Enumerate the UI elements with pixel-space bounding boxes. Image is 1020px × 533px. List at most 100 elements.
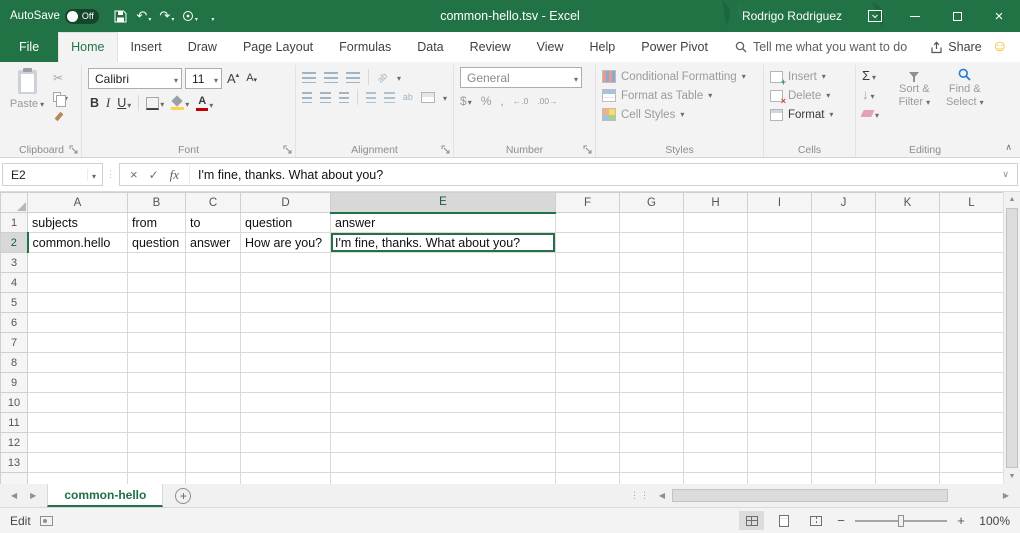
customize-quick-access-button[interactable] <box>203 3 223 29</box>
alignment-dialog-launcher[interactable] <box>441 144 451 154</box>
row-header-10[interactable]: 10 <box>1 393 28 413</box>
cell-C4[interactable] <box>186 273 241 293</box>
cell-H9[interactable] <box>684 373 748 393</box>
cell-B8[interactable] <box>128 353 186 373</box>
insert-cells-button[interactable]: Insert <box>770 67 849 86</box>
cell-A7[interactable] <box>28 333 128 353</box>
cell-C1[interactable]: to <box>186 213 241 233</box>
cell-F5[interactable] <box>556 293 620 313</box>
scroll-right-button[interactable]: ▶ <box>998 491 1014 500</box>
cell-C12[interactable] <box>186 433 241 453</box>
row-header-9[interactable]: 9 <box>1 373 28 393</box>
cell-A12[interactable] <box>28 433 128 453</box>
tab-page-layout[interactable]: Page Layout <box>230 32 326 62</box>
cell-C13[interactable] <box>186 453 241 473</box>
cell-K3[interactable] <box>876 253 940 273</box>
column-header-K[interactable]: K <box>876 193 940 213</box>
cell-Gp[interactable] <box>620 473 684 485</box>
clear-button[interactable] <box>862 107 887 120</box>
cell-I4[interactable] <box>748 273 812 293</box>
cell-C10[interactable] <box>186 393 241 413</box>
cell-A1[interactable]: subjects <box>28 213 128 233</box>
cut-button[interactable]: ✂ <box>53 71 68 85</box>
cell-G13[interactable] <box>620 453 684 473</box>
close-button[interactable]: × <box>978 0 1020 32</box>
cell-Dp[interactable] <box>241 473 331 485</box>
row-header-11[interactable]: 11 <box>1 413 28 433</box>
column-header-A[interactable]: A <box>28 193 128 213</box>
cell-F4[interactable] <box>556 273 620 293</box>
cell-E6[interactable] <box>331 313 556 333</box>
cell-D4[interactable] <box>241 273 331 293</box>
scroll-up-button[interactable]: ▲ <box>1004 192 1020 207</box>
cell-F10[interactable] <box>556 393 620 413</box>
bold-button[interactable]: B <box>90 96 99 110</box>
cell-J11[interactable] <box>812 413 876 433</box>
cell-K2[interactable] <box>876 233 940 253</box>
cell-Ap[interactable] <box>28 473 128 485</box>
cell-B7[interactable] <box>128 333 186 353</box>
cell-E12[interactable] <box>331 433 556 453</box>
cell-Ip[interactable] <box>748 473 812 485</box>
delete-cells-button[interactable]: Delete <box>770 86 849 105</box>
cell-L9[interactable] <box>940 373 1004 393</box>
increase-font-size-button[interactable]: A▴ <box>225 72 241 85</box>
cell-G8[interactable] <box>620 353 684 373</box>
orientation-button[interactable]: ab <box>375 69 391 85</box>
align-top-button[interactable] <box>302 72 316 83</box>
cell-J1[interactable] <box>812 213 876 233</box>
cell-Jp[interactable] <box>812 473 876 485</box>
column-header-D[interactable]: D <box>241 193 331 213</box>
cell-B1[interactable]: from <box>128 213 186 233</box>
tab-insert[interactable]: Insert <box>118 32 175 62</box>
cell-J2[interactable] <box>812 233 876 253</box>
vertical-scrollbar[interactable]: ▲ ▼ <box>1003 192 1020 484</box>
cell-K8[interactable] <box>876 353 940 373</box>
cell-F6[interactable] <box>556 313 620 333</box>
cell-K4[interactable] <box>876 273 940 293</box>
horizontal-scrollbar[interactable]: ◀ ▶ <box>654 484 1020 507</box>
cell-J4[interactable] <box>812 273 876 293</box>
cell-B5[interactable] <box>128 293 186 313</box>
page-break-view-button[interactable] <box>803 511 828 530</box>
percent-style-button[interactable]: % <box>481 94 492 108</box>
row-header-2[interactable]: 2 <box>1 233 28 253</box>
font-color-button[interactable]: A <box>196 96 213 111</box>
increase-decimal-button[interactable]: ←.0 <box>513 96 529 106</box>
cell-I13[interactable] <box>748 453 812 473</box>
horizontal-scroll-track[interactable] <box>670 489 998 502</box>
touch-mouse-mode-button[interactable] <box>180 3 200 29</box>
cell-L1[interactable] <box>940 213 1004 233</box>
user-name[interactable]: Rodrigo Rodriguez <box>742 9 842 23</box>
cell-L13[interactable] <box>940 453 1004 473</box>
cell-L8[interactable] <box>940 353 1004 373</box>
cell-D9[interactable] <box>241 373 331 393</box>
cell-G7[interactable] <box>620 333 684 353</box>
cell-L3[interactable] <box>940 253 1004 273</box>
increase-indent-button[interactable] <box>384 92 394 103</box>
cell-A11[interactable] <box>28 413 128 433</box>
cell-B13[interactable] <box>128 453 186 473</box>
cell-L7[interactable] <box>940 333 1004 353</box>
cell-F3[interactable] <box>556 253 620 273</box>
column-header-C[interactable]: C <box>186 193 241 213</box>
select-all-corner[interactable] <box>1 193 28 213</box>
expand-formula-bar-button[interactable]: ∨ <box>994 169 1017 180</box>
font-size-select[interactable]: 11 <box>185 68 222 89</box>
cell-A2[interactable]: common.hello <box>28 233 128 253</box>
align-bottom-button[interactable] <box>346 72 360 83</box>
cell-J10[interactable] <box>812 393 876 413</box>
cell-D11[interactable] <box>241 413 331 433</box>
cell-I2[interactable] <box>748 233 812 253</box>
share-button[interactable]: Share <box>920 32 991 62</box>
cell-H1[interactable] <box>684 213 748 233</box>
previous-sheet-button[interactable]: ◀ <box>11 491 17 500</box>
cell-A3[interactable] <box>28 253 128 273</box>
cell-I12[interactable] <box>748 433 812 453</box>
row-header-5[interactable]: 5 <box>1 293 28 313</box>
redo-button[interactable]: ↷ <box>157 3 177 29</box>
page-layout-view-button[interactable] <box>771 511 796 530</box>
cell-K6[interactable] <box>876 313 940 333</box>
cell-F7[interactable] <box>556 333 620 353</box>
cell-C8[interactable] <box>186 353 241 373</box>
